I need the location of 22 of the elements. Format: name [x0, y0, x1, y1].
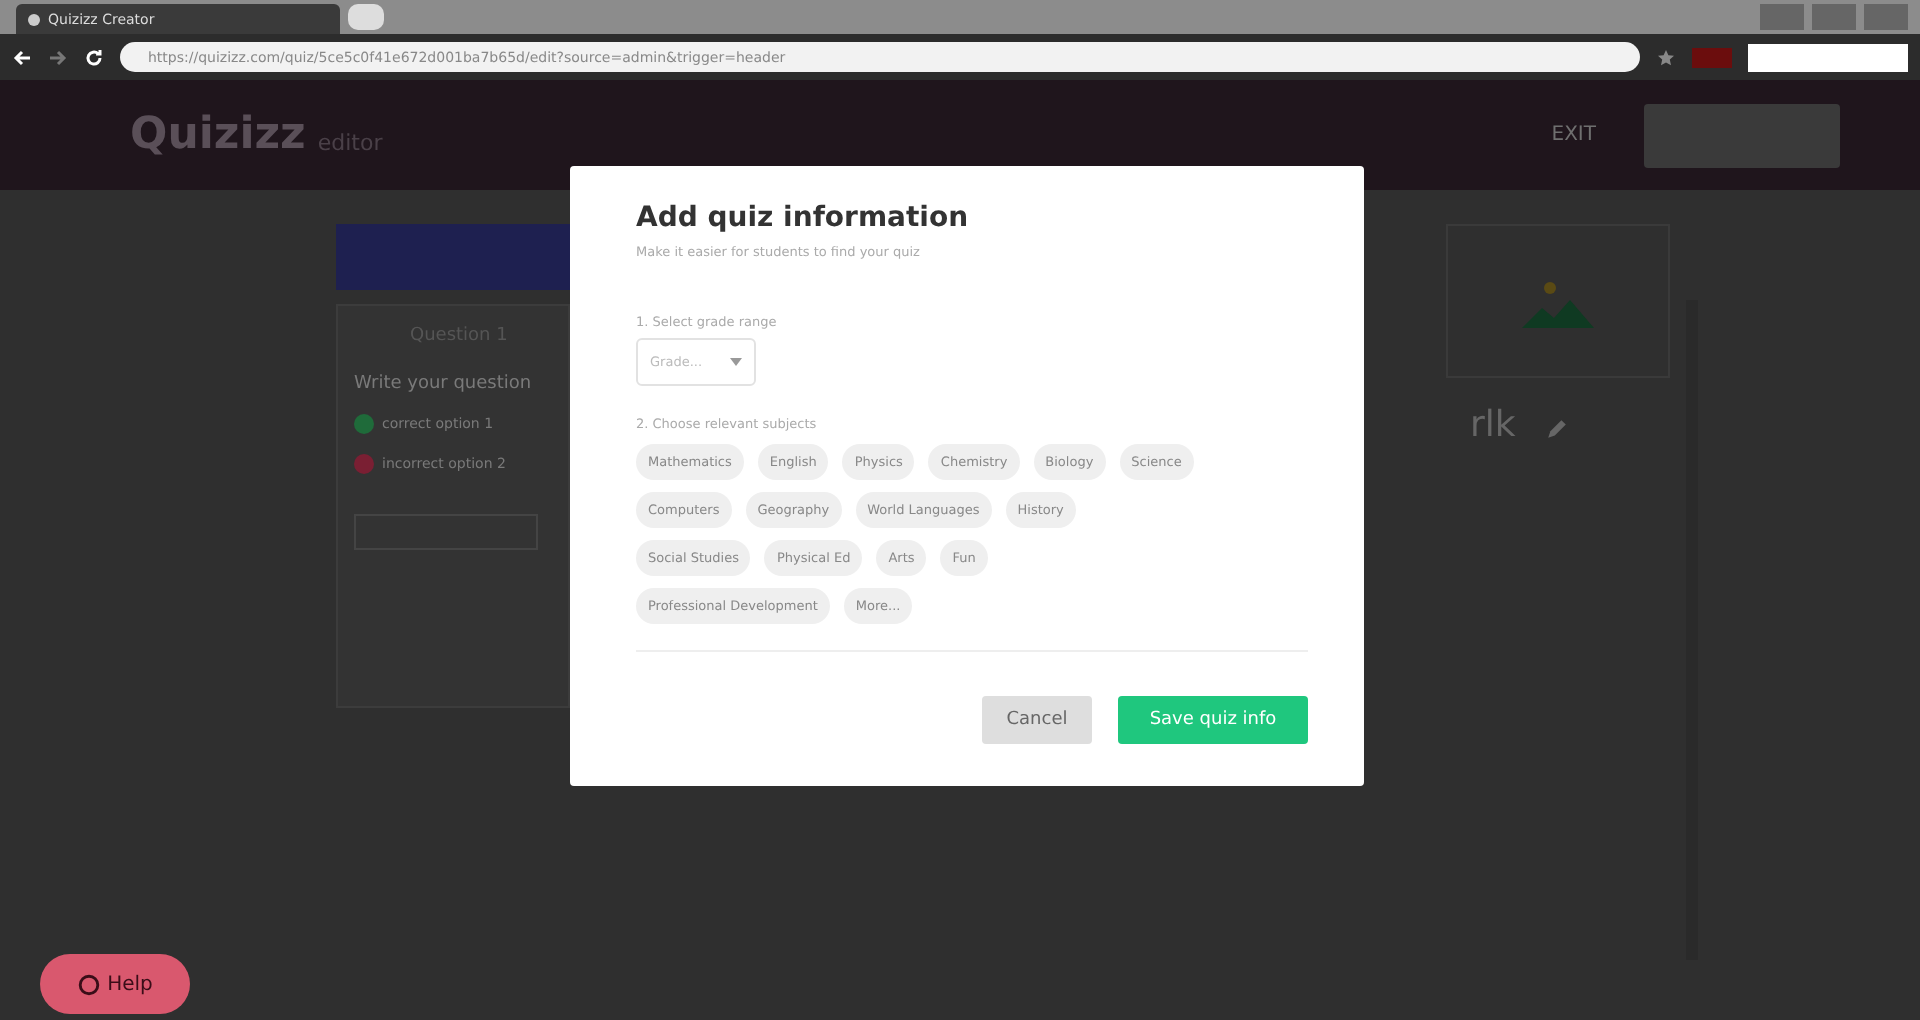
question-prompt: Write your question — [354, 374, 534, 394]
close-button[interactable] — [1864, 4, 1908, 30]
cover-image-card[interactable] — [1446, 224, 1670, 378]
save-button[interactable]: Save quiz info — [1118, 696, 1308, 744]
search-field[interactable] — [1748, 43, 1908, 71]
new-tab-button[interactable] — [348, 4, 384, 30]
new-question-button[interactable] — [336, 224, 570, 290]
help-icon — [77, 973, 100, 995]
exit-link[interactable]: EXIT — [1551, 124, 1596, 146]
logo: Quizizz — [130, 110, 306, 160]
maximize-button[interactable] — [1812, 4, 1856, 30]
minimize-button[interactable] — [1760, 4, 1804, 30]
dialog-title: Add quiz information — [636, 202, 971, 234]
reload-icon[interactable] — [84, 47, 104, 67]
pencil-icon[interactable] — [1546, 418, 1568, 440]
caret-icon — [730, 358, 742, 366]
forward-icon[interactable] — [48, 47, 68, 67]
cancel-button[interactable]: Cancel — [982, 696, 1092, 744]
star-icon[interactable] — [1656, 47, 1676, 67]
finish-button[interactable] — [1644, 103, 1840, 167]
back-icon[interactable] — [12, 47, 32, 67]
help-button[interactable]: Help — [40, 954, 190, 1014]
